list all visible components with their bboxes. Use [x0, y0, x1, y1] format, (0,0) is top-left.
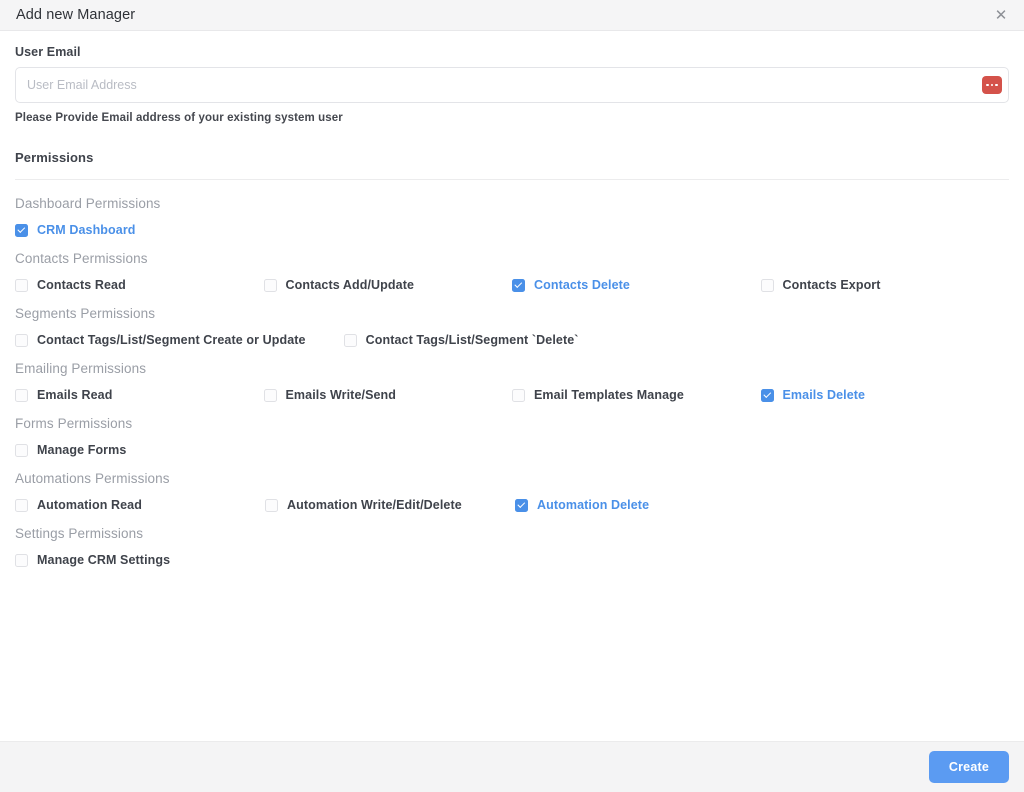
- permission-label: Manage CRM Settings: [37, 553, 171, 567]
- checkbox-unchecked-icon[interactable]: [265, 498, 278, 512]
- permission-row: Emails Read Emails Write/Send Email Templa…: [15, 388, 1009, 402]
- permission-group: Emailing Permissions Emails Read Emails Wr…: [15, 361, 1009, 402]
- permission-label: Emails Delete: [782, 388, 866, 402]
- permission-label: Automation Delete: [537, 498, 650, 512]
- permission-group-heading: Dashboard Permissions: [15, 196, 161, 211]
- user-email-label: User Email: [15, 45, 81, 59]
- permission-label: Contacts Export: [782, 278, 881, 292]
- checkbox-unchecked-icon[interactable]: [760, 278, 774, 292]
- permission-row: Contacts Read Contacts Add/Update Contacts…: [15, 278, 1009, 292]
- permission-checkbox-item[interactable]: Contacts Read: [15, 278, 264, 292]
- checkbox-unchecked-icon[interactable]: [263, 278, 277, 292]
- permission-checkbox-item[interactable]: Contacts Add/Update: [263, 278, 513, 292]
- permission-label: Contact Tags/List/Segment `Delete`: [365, 333, 579, 347]
- permission-row: CRM Dashboard: [15, 223, 1009, 237]
- permission-row: Manage CRM Settings: [15, 553, 1009, 567]
- permission-checkbox-item[interactable]: Automation Delete: [515, 498, 765, 512]
- permission-group-heading: Automations Permissions: [15, 471, 170, 486]
- checkbox-unchecked-icon[interactable]: [15, 553, 28, 567]
- permission-label: Automation Write/Edit/Delete: [287, 498, 462, 512]
- checkbox-unchecked-icon[interactable]: [15, 278, 28, 292]
- permission-label: Automation Read: [37, 498, 142, 512]
- modal-title: Add new Manager: [16, 7, 136, 23]
- permission-row: Manage Forms: [15, 443, 1009, 457]
- permission-group: Dashboard Permissions CRM Dashboard: [15, 196, 1009, 237]
- add-manager-modal: Add new Manager ✕ User Email Please Prov…: [0, 0, 1024, 792]
- permission-checkbox-item[interactable]: Manage CRM Settings: [15, 553, 265, 567]
- permission-checkbox-item[interactable]: Emails Delete: [760, 388, 1010, 402]
- permission-checkbox-item[interactable]: Emails Write/Send: [263, 388, 513, 402]
- permission-label: Contacts Read: [37, 278, 126, 292]
- permission-checkbox-item[interactable]: Manage Forms: [15, 443, 265, 457]
- modal-body: User Email Please Provide Email address …: [0, 31, 1024, 741]
- permissions-heading: Permissions: [15, 150, 1009, 180]
- permission-checkbox-item[interactable]: Automation Write/Edit/Delete: [265, 498, 515, 512]
- checkbox-checked-icon[interactable]: [15, 223, 28, 237]
- permission-label: Manage Forms: [37, 443, 127, 457]
- permission-row: Contact Tags/List/Segment Create or Upda…: [15, 333, 1009, 347]
- checkbox-unchecked-icon[interactable]: [263, 388, 277, 402]
- permission-label: CRM Dashboard: [37, 223, 136, 237]
- permission-group-heading: Emailing Permissions: [15, 361, 147, 376]
- checkbox-unchecked-icon[interactable]: [15, 333, 28, 347]
- modal-footer: Create: [0, 741, 1024, 792]
- user-email-field-wrapper: [15, 67, 1009, 103]
- permission-group: Segments Permissions Contact Tags/List/Se…: [15, 306, 1009, 347]
- permission-group-heading: Settings Permissions: [15, 526, 144, 541]
- permission-checkbox-item[interactable]: CRM Dashboard: [15, 223, 265, 237]
- permission-checkbox-item[interactable]: Contacts Export: [760, 278, 1010, 292]
- ellipsis-icon[interactable]: [982, 76, 1002, 94]
- permission-label: Contact Tags/List/Segment Create or Upda…: [37, 333, 306, 347]
- permission-checkbox-item[interactable]: Contact Tags/List/Segment `Delete`: [343, 333, 579, 347]
- user-email-help-text: Please Provide Email address of your exi…: [15, 112, 343, 124]
- permission-label: Emails Read: [37, 388, 113, 402]
- permission-group: Contacts Permissions Contacts Read Contact…: [15, 251, 1009, 292]
- permission-label: Emails Write/Send: [285, 388, 397, 402]
- permission-checkbox-item[interactable]: Contact Tags/List/Segment Create or Upda…: [15, 333, 306, 347]
- checkbox-checked-icon[interactable]: [760, 388, 774, 402]
- create-button[interactable]: Create: [928, 751, 1009, 783]
- permissions-groups: Dashboard Permissions CRM Dashboard Contac…: [15, 196, 1009, 567]
- checkbox-checked-icon[interactable]: [512, 278, 525, 292]
- permission-checkbox-item[interactable]: Email Templates Manage: [512, 388, 761, 402]
- permission-checkbox-item[interactable]: Automation Read: [15, 498, 265, 512]
- modal-header: Add new Manager ✕: [0, 0, 1024, 31]
- permission-group: Settings Permissions Manage CRM Settings: [15, 526, 1009, 567]
- checkbox-unchecked-icon[interactable]: [343, 333, 357, 347]
- checkbox-unchecked-icon[interactable]: [512, 388, 525, 402]
- permission-group-heading: Forms Permissions: [15, 416, 133, 431]
- checkbox-checked-icon[interactable]: [515, 498, 528, 512]
- checkbox-unchecked-icon[interactable]: [15, 388, 28, 402]
- user-email-input[interactable]: [15, 67, 1009, 103]
- permission-group-heading: Segments Permissions: [15, 306, 156, 321]
- permission-group-heading: Contacts Permissions: [15, 251, 148, 266]
- permission-group: Automations Permissions Automation Read Au…: [15, 471, 1009, 512]
- permission-label: Contacts Add/Update: [285, 278, 415, 292]
- checkbox-unchecked-icon[interactable]: [15, 498, 28, 512]
- checkbox-unchecked-icon[interactable]: [15, 443, 28, 457]
- permission-checkbox-item[interactable]: Contacts Delete: [512, 278, 761, 292]
- permission-label: Email Templates Manage: [534, 388, 684, 402]
- permission-row: Automation Read Automation Write/Edit/Del…: [15, 498, 1009, 512]
- permission-checkbox-item[interactable]: Emails Read: [15, 388, 264, 402]
- permission-group: Forms Permissions Manage Forms: [15, 416, 1009, 457]
- permission-label: Contacts Delete: [534, 278, 630, 292]
- close-icon[interactable]: ✕: [990, 4, 1012, 26]
